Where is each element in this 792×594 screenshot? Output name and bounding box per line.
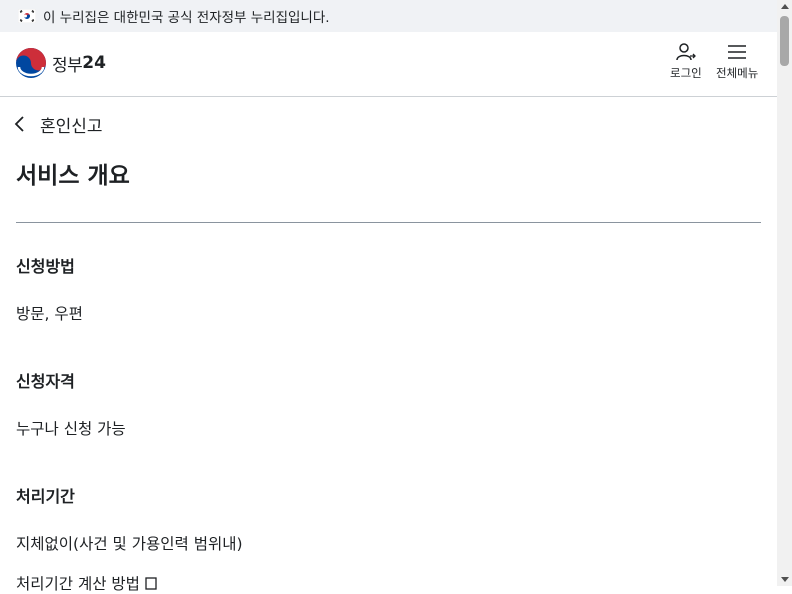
taegeuk-logo-icon: [16, 48, 46, 78]
logo-number: 24: [82, 53, 106, 73]
section-value-period: 지체없이(사건 및 가용인력 범위내): [16, 535, 243, 553]
vertical-scrollbar[interactable]: [777, 0, 792, 586]
official-site-banner: 이 누리집은 대한민국 공식 전자정부 누리집입니다.: [0, 0, 777, 32]
period-calc-link[interactable]: 처리기간 계산 방법: [16, 572, 158, 594]
logo-text: 정부: [52, 55, 83, 76]
service-name: 혼인신고: [40, 116, 103, 137]
scrollbar-thumb[interactable]: [780, 16, 789, 66]
gov24-logo[interactable]: 정부 24: [15, 47, 106, 79]
login-label: 로그인: [670, 66, 702, 80]
all-menu-button[interactable]: 전체메뉴: [716, 42, 758, 81]
section-value-eligibility: 누구나 신청 가능: [16, 420, 126, 438]
page-nav-bar: 혼인신고: [0, 108, 777, 140]
korea-flag-icon: [18, 9, 36, 23]
site-header: 정부 24 로그인 전체메뉴: [0, 32, 777, 97]
section-heading-eligibility: 신청자격: [16, 372, 75, 391]
page-title: 서비스 개요: [16, 163, 130, 189]
user-login-icon: [676, 43, 696, 61]
section-heading-period: 처리기간: [16, 487, 75, 506]
menu-label: 전체메뉴: [716, 66, 759, 80]
period-calc-label: 처리기간 계산 방법: [16, 575, 140, 593]
scroll-down-icon[interactable]: [781, 577, 789, 582]
login-button[interactable]: 로그인: [670, 42, 702, 81]
chevron-left-icon[interactable]: [12, 114, 28, 134]
banner-text: 이 누리집은 대한민국 공식 전자정부 누리집입니다.: [43, 10, 330, 26]
title-divider: [16, 222, 761, 223]
section-value-method: 방문, 우편: [16, 305, 83, 323]
hamburger-menu-icon: [728, 45, 747, 59]
section-heading-method: 신청방법: [16, 257, 75, 276]
popup-icon: [145, 577, 157, 590]
scroll-up-icon[interactable]: [781, 4, 789, 9]
